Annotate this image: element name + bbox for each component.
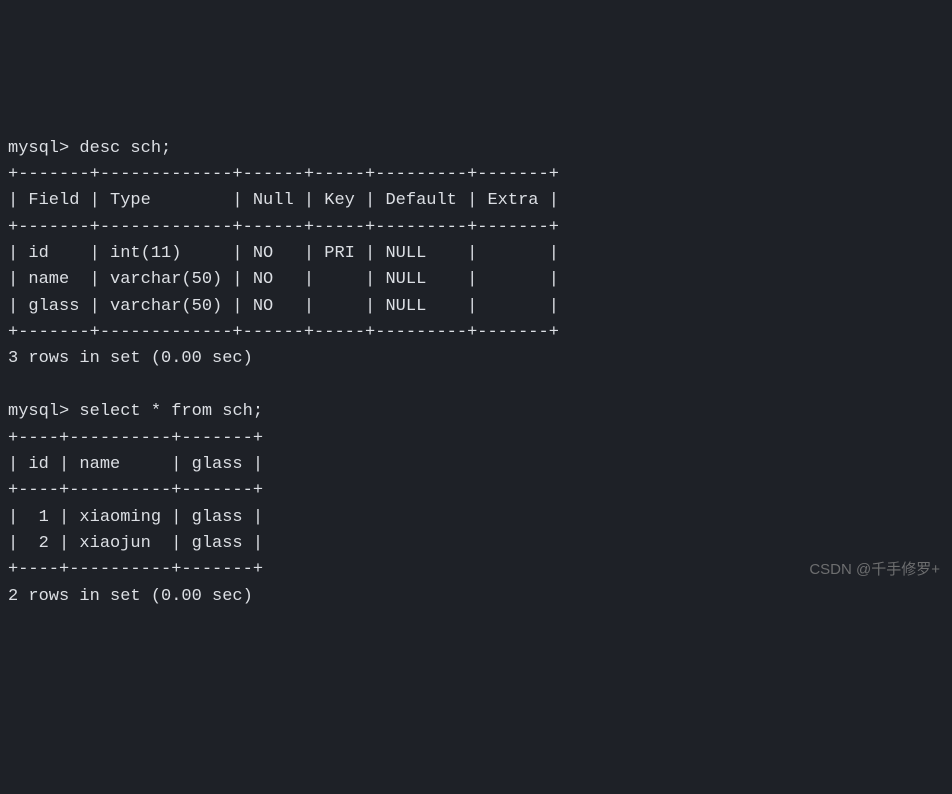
prompt-2: mysql> [8, 402, 69, 421]
select-status: 2 rows in set (0.00 sec) [8, 587, 253, 606]
select-border-top: +----+----------+-------+ [8, 429, 263, 448]
command-1: desc sch; [79, 139, 171, 158]
watermark: CSDN @千手修罗+ [809, 558, 940, 581]
desc-row-2: | glass | varchar(50) | NO | | NULL | | [8, 297, 559, 316]
desc-border-mid: +-------+-------------+------+-----+----… [8, 218, 559, 237]
desc-row-0: | id | int(11) | NO | PRI | NULL | | [8, 244, 559, 263]
desc-border-top: +-------+-------------+------+-----+----… [8, 165, 559, 184]
select-row-0: | 1 | xiaoming | glass | [8, 508, 263, 527]
select-row-1: | 2 | xiaojun | glass | [8, 534, 263, 553]
desc-status: 3 rows in set (0.00 sec) [8, 349, 253, 368]
terminal-output: mysql> desc sch; +-------+-------------+… [8, 109, 944, 610]
desc-row-1: | name | varchar(50) | NO | | NULL | | [8, 270, 559, 289]
desc-header: | Field | Type | Null | Key | Default | … [8, 191, 559, 210]
desc-border-bot: +-------+-------------+------+-----+----… [8, 323, 559, 342]
select-header: | id | name | glass | [8, 455, 263, 474]
command-2: select * from sch; [79, 402, 263, 421]
select-border-mid: +----+----------+-------+ [8, 481, 263, 500]
select-border-bot: +----+----------+-------+ [8, 560, 263, 579]
prompt-1: mysql> [8, 139, 69, 158]
